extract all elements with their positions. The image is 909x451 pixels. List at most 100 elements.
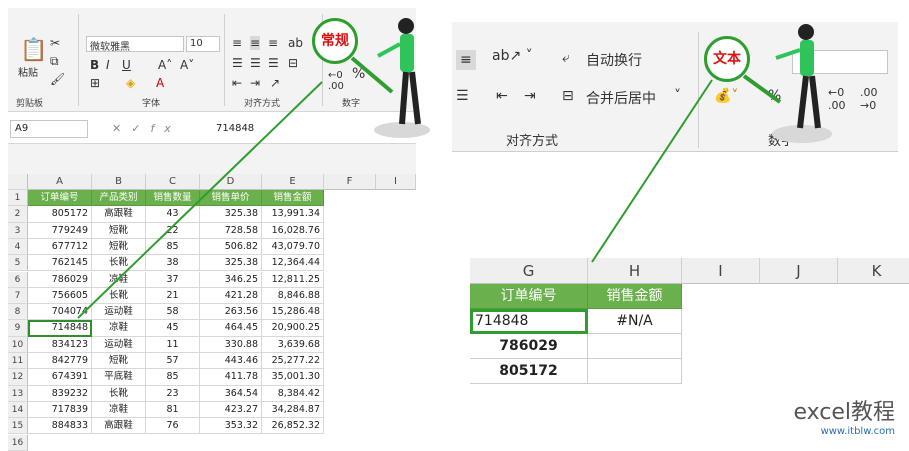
table-cell[interactable]: 325.38 (200, 255, 262, 272)
table-cell[interactable]: 464.45 (200, 320, 262, 337)
table-cell[interactable]: 76 (146, 418, 200, 435)
table-cell[interactable]: 高跟鞋 (92, 206, 146, 223)
align-bottom-icon[interactable]: ≡ (268, 36, 278, 50)
table-cell[interactable]: 25,277.22 (262, 353, 324, 370)
table-cell[interactable]: 762145 (28, 255, 92, 272)
fill-color-icon[interactable]: ◈ (126, 76, 135, 90)
align-middle-icon[interactable]: ≡ (456, 50, 476, 70)
column-header[interactable]: A (28, 174, 92, 190)
table-cell[interactable]: 运动鞋 (92, 336, 146, 353)
orientation-icon[interactable]: ab↗ ˅ (492, 48, 533, 64)
table-header-cell[interactable]: 产品类别 (92, 190, 146, 207)
table-cell[interactable]: 短靴 (92, 238, 146, 256)
row-header[interactable]: 13 (8, 385, 28, 402)
column-header[interactable]: H (588, 258, 682, 284)
bold-icon[interactable]: B (90, 58, 99, 72)
table-cell[interactable]: 43 (146, 206, 200, 223)
table-header-cell[interactable]: 销售单价 (200, 190, 262, 207)
column-header[interactable]: G (470, 258, 588, 284)
table-header-cell[interactable]: 销售数量 (146, 190, 200, 207)
table-cell[interactable]: 756605 (28, 287, 92, 305)
cut-icon[interactable]: ✂ (50, 36, 60, 50)
increase-font-icon[interactable]: A˄ (158, 58, 172, 72)
table-cell[interactable]: 43,079.70 (262, 238, 324, 256)
row-header[interactable]: 15 (8, 418, 28, 435)
name-box[interactable]: A9 (10, 120, 88, 138)
selected-cell[interactable]: 714848 (28, 320, 92, 337)
table-cell[interactable]: 长靴 (92, 287, 146, 305)
table-cell[interactable]: 353.32 (200, 418, 262, 435)
orientation-icon[interactable]: ab (288, 36, 303, 50)
table-cell[interactable]: 421.28 (200, 287, 262, 305)
selected-cell[interactable]: 714848 (470, 309, 588, 334)
table-cell[interactable]: #N/A (588, 309, 682, 334)
table-cell[interactable]: 786029 (28, 271, 92, 288)
table-header-cell[interactable]: 订单编号 (470, 284, 588, 309)
table-cell[interactable]: 长靴 (92, 385, 146, 402)
row-header[interactable]: 10 (8, 336, 28, 353)
row-header[interactable]: 16 (8, 434, 28, 451)
row-header[interactable]: 6 (8, 271, 28, 288)
increase-indent-icon[interactable]: ⇥ (524, 88, 536, 104)
table-cell[interactable]: 325.38 (200, 206, 262, 223)
font-size-dropdown[interactable]: 10 (186, 36, 220, 52)
table-cell[interactable]: 674391 (28, 369, 92, 386)
table-cell[interactable]: 12,811.25 (262, 271, 324, 288)
table-cell[interactable]: 15,286.48 (262, 304, 324, 321)
table-cell[interactable]: 11 (146, 336, 200, 353)
row-header[interactable]: 11 (8, 353, 28, 370)
row-header[interactable]: 7 (8, 287, 28, 305)
paste-icon[interactable]: 📋 (20, 38, 47, 63)
align-center-icon[interactable]: ☰ (250, 56, 261, 70)
table-cell[interactable]: 22 (146, 222, 200, 239)
column-header[interactable]: K (838, 258, 909, 284)
row-header[interactable]: 8 (8, 304, 28, 321)
column-header[interactable]: B (92, 174, 146, 190)
copy-icon[interactable]: ⧉ (50, 54, 59, 69)
format-painter-icon[interactable]: 🖌 (50, 72, 65, 86)
column-header[interactable]: J (760, 258, 838, 284)
column-header[interactable]: E (262, 174, 324, 190)
table-cell[interactable]: 506.82 (200, 238, 262, 256)
row-header[interactable]: 14 (8, 401, 28, 419)
table-cell[interactable]: 21 (146, 287, 200, 305)
table-cell[interactable]: 凉鞋 (92, 320, 146, 337)
table-cell[interactable]: 364.54 (200, 385, 262, 402)
table-cell[interactable]: 45 (146, 320, 200, 337)
paste-label[interactable]: 粘贴 (18, 64, 38, 79)
table-cell[interactable]: 凉鞋 (92, 401, 146, 419)
text-direction-icon[interactable]: ↗ (270, 76, 280, 90)
table-cell[interactable]: 834123 (28, 336, 92, 353)
table-cell[interactable]: 85 (146, 238, 200, 256)
align-left-icon[interactable]: ☰ (232, 56, 243, 70)
row-header[interactable]: 2 (8, 206, 28, 223)
align-right-icon[interactable]: ☰ (268, 56, 279, 70)
row-header[interactable]: 12 (8, 369, 28, 386)
wrap-text-button[interactable]: 自动换行 (586, 50, 642, 70)
font-color-icon[interactable]: A (156, 76, 164, 90)
table-cell[interactable]: 35,001.30 (262, 369, 324, 386)
table-cell[interactable]: 13,991.34 (262, 206, 324, 223)
column-header[interactable]: F (324, 174, 376, 190)
table-cell[interactable]: 85 (146, 369, 200, 386)
underline-icon[interactable]: U (122, 58, 131, 72)
table-cell[interactable]: 717839 (28, 401, 92, 419)
formula-value[interactable]: 714848 (216, 123, 254, 134)
table-cell[interactable]: 81 (146, 401, 200, 419)
table-cell[interactable]: 57 (146, 353, 200, 370)
align-top-icon[interactable]: ≡ (232, 36, 242, 50)
column-header[interactable]: I (376, 174, 416, 190)
table-cell[interactable]: 38 (146, 255, 200, 272)
column-header[interactable]: C (146, 174, 200, 190)
table-cell[interactable]: 805172 (28, 206, 92, 223)
align-middle-icon[interactable]: ≡ (250, 36, 261, 50)
column-header[interactable]: D (200, 174, 262, 190)
table-cell[interactable]: 运动鞋 (92, 304, 146, 321)
font-name-dropdown[interactable]: 微软雅黑 (86, 36, 184, 53)
table-cell[interactable]: 411.78 (200, 369, 262, 386)
table-cell[interactable]: 26,852.32 (262, 418, 324, 435)
table-cell[interactable]: 839232 (28, 385, 92, 402)
table-cell[interactable]: 短靴 (92, 353, 146, 370)
table-cell[interactable]: 884833 (28, 418, 92, 435)
merge-center-button[interactable]: 合并后居中 (586, 88, 656, 108)
